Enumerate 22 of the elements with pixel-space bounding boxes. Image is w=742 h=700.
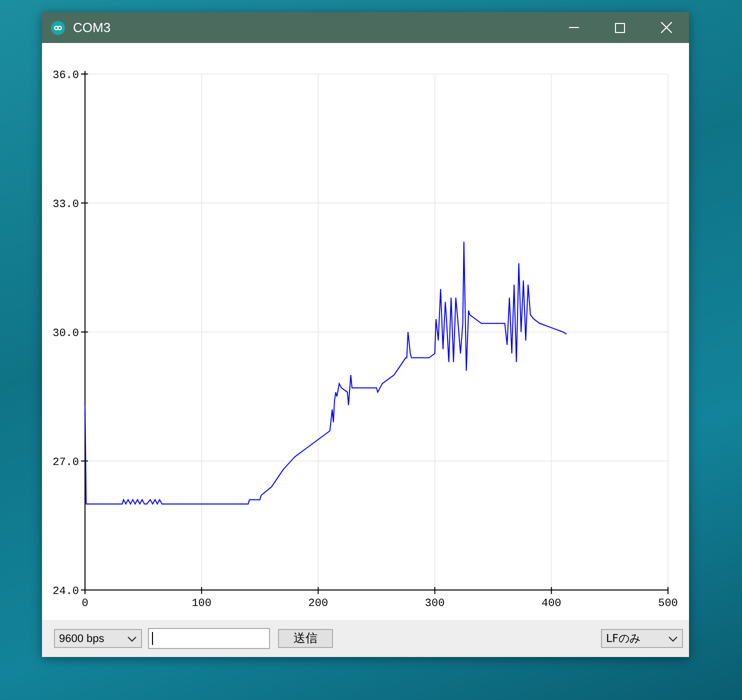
close-icon — [660, 22, 672, 33]
line-ending-dropdown[interactable]: LFのみ — [601, 629, 683, 648]
x-tick-label: 0 — [82, 598, 88, 610]
window-title: COM3 — [73, 20, 112, 35]
maximize-icon — [615, 22, 625, 32]
baud-rate-dropdown[interactable]: 9600 bps — [54, 629, 142, 648]
infinity-logo-icon — [51, 20, 65, 34]
x-tick-label: 400 — [542, 598, 562, 610]
message-input-field[interactable] — [148, 628, 270, 649]
x-tick-label: 300 — [424, 598, 445, 610]
x-tick-label: 200 — [308, 598, 328, 610]
chevron-down-icon — [127, 636, 137, 642]
x-tick-label: 500 — [658, 598, 678, 610]
send-button[interactable]: 送信 — [278, 629, 333, 648]
minimize-icon — [569, 27, 579, 28]
y-tick-label: 30.0 — [52, 328, 79, 340]
x-tick-label: 100 — [192, 598, 212, 610]
chevron-down-icon — [668, 636, 678, 642]
y-tick-label: 36.0 — [52, 70, 79, 82]
y-tick-label: 33.0 — [52, 199, 79, 211]
y-tick-label: 27.0 — [52, 457, 79, 469]
y-tick-label: 24.0 — [52, 586, 79, 598]
